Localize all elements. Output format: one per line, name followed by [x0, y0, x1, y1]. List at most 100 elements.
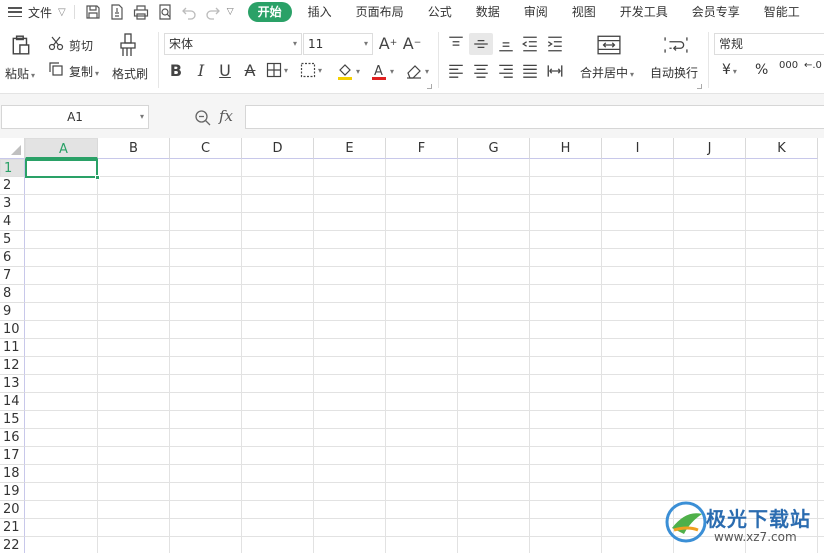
- formula-input[interactable]: [245, 105, 824, 129]
- column-header-c[interactable]: C: [170, 138, 242, 159]
- borders-icon[interactable]: ▾: [265, 61, 289, 79]
- tab-home[interactable]: 开始: [247, 2, 292, 22]
- row-header-4[interactable]: 4: [0, 213, 25, 231]
- increase-font-icon[interactable]: A +: [379, 34, 398, 53]
- column-header-j[interactable]: J: [674, 138, 746, 159]
- column-header-f[interactable]: F: [386, 138, 458, 159]
- row-header-2[interactable]: 2: [0, 177, 25, 195]
- tab-formulas[interactable]: 公式: [420, 2, 460, 22]
- column-header-i[interactable]: I: [602, 138, 674, 159]
- row-header-15[interactable]: 15: [0, 411, 25, 429]
- percent-button[interactable]: %: [755, 62, 768, 78]
- copy-icon[interactable]: [48, 61, 64, 77]
- tab-developer[interactable]: 开发工具: [612, 2, 676, 22]
- cut-button[interactable]: 剪切: [69, 37, 93, 54]
- row-header-20[interactable]: 20: [0, 501, 25, 519]
- row-header-5[interactable]: 5: [0, 231, 25, 249]
- undo-icon[interactable]: [181, 4, 197, 20]
- number-format-select[interactable]: 常规: [714, 33, 824, 55]
- underline-icon[interactable]: U: [216, 61, 234, 80]
- row-header-17[interactable]: 17: [0, 447, 25, 465]
- column-header-a[interactable]: A: [25, 138, 98, 159]
- font-color-icon[interactable]: A ▾: [368, 61, 396, 81]
- align-bottom-icon[interactable]: [496, 35, 516, 53]
- bold-icon[interactable]: B: [167, 61, 185, 80]
- zoom-icon[interactable]: [194, 109, 212, 127]
- format-painter-icon[interactable]: [117, 32, 139, 58]
- tab-view[interactable]: 视图: [564, 2, 604, 22]
- file-menu-chevron-icon[interactable]: ▽: [58, 7, 66, 18]
- row-header-19[interactable]: 19: [0, 483, 25, 501]
- row-header-3[interactable]: 3: [0, 195, 25, 213]
- row-header-12[interactable]: 12: [0, 357, 25, 375]
- row-header-14[interactable]: 14: [0, 393, 25, 411]
- wrap-text-icon[interactable]: [662, 33, 690, 57]
- format-painter-button[interactable]: 格式刷: [112, 65, 148, 82]
- align-right-icon[interactable]: [496, 62, 516, 80]
- name-box[interactable]: A1 ▾: [1, 105, 149, 129]
- align-center-icon[interactable]: [471, 62, 491, 80]
- scissors-icon[interactable]: [48, 35, 64, 51]
- row-header-13[interactable]: 13: [0, 375, 25, 393]
- tab-page-layout[interactable]: 页面布局: [348, 2, 412, 22]
- strikethrough-icon[interactable]: A: [241, 61, 259, 80]
- column-header-b[interactable]: B: [98, 138, 170, 159]
- row-header-16[interactable]: 16: [0, 429, 25, 447]
- row-header-10[interactable]: 10: [0, 321, 25, 339]
- file-menu[interactable]: 文件: [28, 4, 52, 21]
- thousands-separator-button[interactable]: 000: [779, 60, 798, 71]
- font-dialog-launcher-icon[interactable]: [427, 84, 432, 89]
- tab-member[interactable]: 会员专享: [684, 2, 748, 22]
- distributed-align-icon[interactable]: [545, 62, 565, 80]
- fill-handle[interactable]: [95, 175, 100, 180]
- paste-icon[interactable]: [8, 32, 34, 58]
- decrease-indent-icon[interactable]: [520, 35, 540, 53]
- fill-style-icon[interactable]: ▾: [298, 61, 324, 79]
- merge-center-button[interactable]: 合并居中 ▾: [580, 64, 634, 81]
- align-middle-icon[interactable]: [469, 33, 493, 55]
- fill-color-icon[interactable]: ▾: [334, 61, 362, 81]
- active-cell[interactable]: [25, 159, 100, 180]
- hamburger-menu-icon[interactable]: [8, 5, 22, 19]
- row-header-9[interactable]: 9: [0, 303, 25, 321]
- increase-indent-icon[interactable]: [545, 35, 565, 53]
- paste-button[interactable]: 粘贴 ▾: [5, 65, 35, 82]
- row-header-8[interactable]: 8: [0, 285, 25, 303]
- currency-button[interactable]: ¥ ▾: [722, 62, 737, 78]
- print-icon[interactable]: [133, 4, 149, 20]
- save-icon[interactable]: [85, 4, 101, 20]
- justify-icon[interactable]: [520, 62, 540, 80]
- column-header-e[interactable]: E: [314, 138, 386, 159]
- column-header-d[interactable]: D: [242, 138, 314, 159]
- tab-smart-tools[interactable]: 智能工: [756, 2, 808, 22]
- export-pdf-icon[interactable]: [109, 4, 125, 20]
- copy-button[interactable]: 复制 ▾: [69, 63, 99, 80]
- decimal-button[interactable]: ←.0: [804, 60, 822, 71]
- print-preview-icon[interactable]: [157, 4, 173, 20]
- row-header-1[interactable]: 1: [0, 159, 25, 177]
- tab-insert[interactable]: 插入: [300, 2, 340, 22]
- fx-icon[interactable]: fx: [219, 107, 233, 125]
- redo-icon[interactable]: [205, 4, 221, 20]
- italic-icon[interactable]: I: [192, 61, 210, 80]
- font-size-select[interactable]: 11 ▾: [303, 33, 373, 55]
- column-header-h[interactable]: H: [530, 138, 602, 159]
- tab-review[interactable]: 审阅: [516, 2, 556, 22]
- font-name-select[interactable]: 宋体 ▾: [164, 33, 302, 55]
- row-header-7[interactable]: 7: [0, 267, 25, 285]
- row-header-18[interactable]: 18: [0, 465, 25, 483]
- quick-access-dropdown-icon[interactable]: ▽: [227, 7, 234, 17]
- select-all-corner[interactable]: [0, 138, 25, 159]
- tab-data[interactable]: 数据: [468, 2, 508, 22]
- column-header-g[interactable]: G: [458, 138, 530, 159]
- align-top-icon[interactable]: [446, 35, 466, 53]
- row-header-6[interactable]: 6: [0, 249, 25, 267]
- align-left-icon[interactable]: [446, 62, 466, 80]
- wrap-text-button[interactable]: 自动换行: [650, 64, 698, 81]
- row-header-22[interactable]: 22: [0, 537, 25, 553]
- decrease-font-icon[interactable]: A −: [403, 34, 422, 53]
- merge-center-icon[interactable]: [595, 33, 623, 57]
- row-header-11[interactable]: 11: [0, 339, 25, 357]
- column-header-k[interactable]: K: [746, 138, 818, 159]
- alignment-dialog-launcher-icon[interactable]: [697, 84, 702, 89]
